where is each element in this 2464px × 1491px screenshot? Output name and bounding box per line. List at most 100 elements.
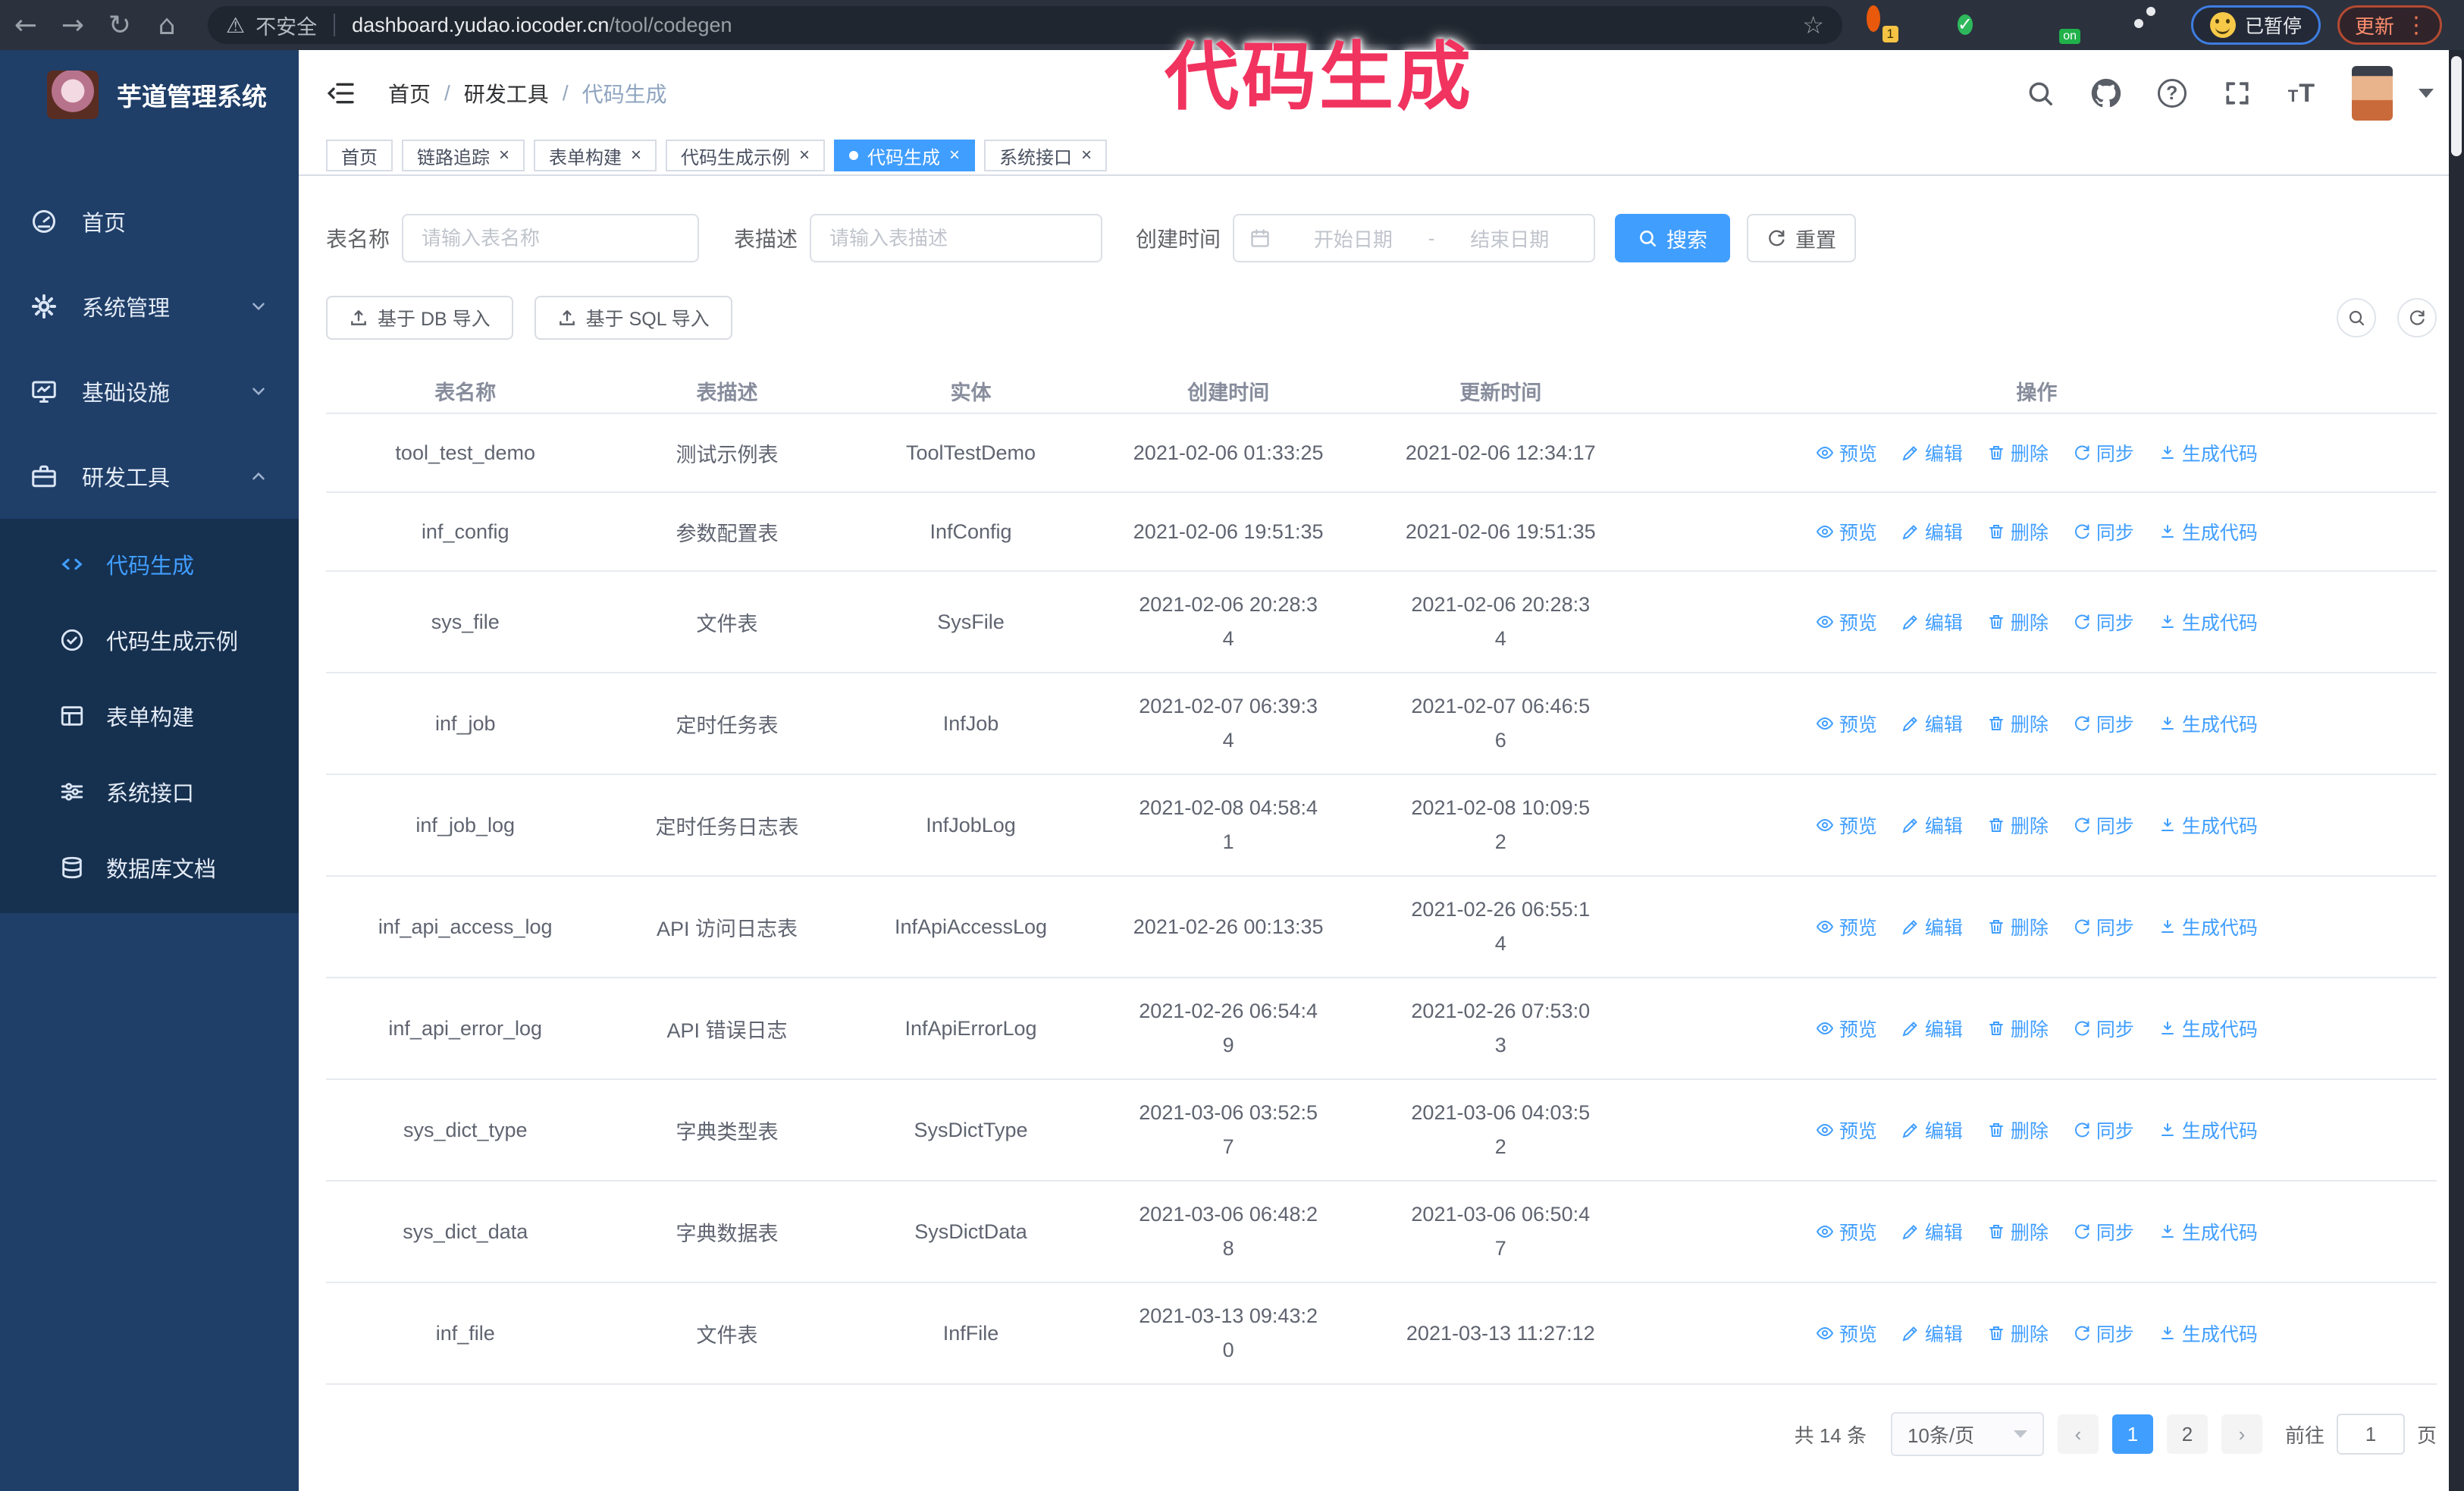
- preview-link[interactable]: 预览: [1816, 608, 1877, 636]
- close-icon[interactable]: ×: [1081, 146, 1092, 165]
- tab-codegen-example[interactable]: 代码生成示例 ×: [666, 140, 826, 172]
- tab-home[interactable]: 首页: [326, 140, 393, 172]
- edit-link[interactable]: 编辑: [1901, 1015, 1963, 1042]
- page-scrollbar[interactable]: [2449, 50, 2464, 1491]
- extension-dark-icon[interactable]: on: [2049, 12, 2080, 44]
- generate-code-link[interactable]: 生成代码: [2158, 1320, 2258, 1347]
- app-logo[interactable]: 芋道管理系统: [0, 50, 299, 140]
- sidebar-subitem-db-doc[interactable]: 数据库文档: [0, 830, 299, 906]
- sync-link[interactable]: 同步: [2073, 1320, 2134, 1347]
- sidebar-item-infra[interactable]: 基础设施: [0, 349, 299, 434]
- import-sql-button[interactable]: 基于 SQL 导入: [534, 296, 732, 340]
- next-page-button[interactable]: ›: [2221, 1414, 2262, 1454]
- extension-puzzle-icon[interactable]: [2140, 12, 2165, 38]
- sync-link[interactable]: 同步: [2073, 1116, 2134, 1144]
- start-date-placeholder[interactable]: 开始日期: [1284, 224, 1422, 253]
- delete-link[interactable]: 删除: [1987, 439, 2049, 466]
- extension-grid-icon[interactable]: [2003, 12, 2029, 38]
- sync-link[interactable]: 同步: [2073, 439, 2134, 466]
- preview-link[interactable]: 预览: [1816, 1218, 1877, 1245]
- preview-link[interactable]: 预览: [1816, 1015, 1877, 1042]
- goto-page-input[interactable]: [2336, 1414, 2405, 1455]
- browser-update-button[interactable]: 更新 ⋮: [2337, 5, 2443, 45]
- date-range-picker[interactable]: 开始日期 - 结束日期: [1233, 214, 1596, 262]
- generate-code-link[interactable]: 生成代码: [2158, 1116, 2258, 1144]
- close-icon[interactable]: ×: [499, 146, 509, 165]
- close-icon[interactable]: ×: [631, 146, 641, 165]
- tab-codegen[interactable]: 代码生成 ×: [834, 140, 976, 172]
- search-icon[interactable]: [2026, 79, 2055, 108]
- edit-link[interactable]: 编辑: [1901, 518, 1963, 545]
- reset-button[interactable]: 重置: [1747, 214, 1857, 262]
- extension-green-icon[interactable]: [2094, 12, 2120, 38]
- table-desc-input[interactable]: [829, 226, 1083, 250]
- generate-code-link[interactable]: 生成代码: [2158, 1218, 2258, 1245]
- github-icon[interactable]: [2091, 78, 2121, 108]
- delete-link[interactable]: 删除: [1987, 608, 2049, 636]
- breadcrumb-devtools[interactable]: 研发工具: [464, 78, 549, 108]
- browser-reload-icon[interactable]: ↻: [99, 10, 141, 41]
- user-avatar[interactable]: [2352, 66, 2393, 121]
- edit-link[interactable]: 编辑: [1901, 1116, 1963, 1144]
- edit-link[interactable]: 编辑: [1901, 439, 1963, 466]
- sidebar-subitem-codegen[interactable]: 代码生成: [0, 526, 299, 602]
- edit-link[interactable]: 编辑: [1901, 1320, 1963, 1347]
- preview-link[interactable]: 预览: [1816, 811, 1877, 839]
- edit-link[interactable]: 编辑: [1901, 1218, 1963, 1245]
- sync-link[interactable]: 同步: [2073, 1015, 2134, 1042]
- show-search-toggle-button[interactable]: [2337, 298, 2376, 337]
- edit-link[interactable]: 编辑: [1901, 608, 1963, 636]
- sidebar-subitem-system-api[interactable]: 系统接口: [0, 754, 299, 830]
- end-date-placeholder[interactable]: 结束日期: [1440, 224, 1578, 253]
- page-button-1[interactable]: 1: [2111, 1414, 2153, 1454]
- preview-link[interactable]: 预览: [1816, 710, 1877, 737]
- browser-back-icon[interactable]: ←: [5, 10, 47, 41]
- sidebar-item-system[interactable]: 系统管理: [0, 264, 299, 349]
- preview-link[interactable]: 预览: [1816, 1116, 1877, 1144]
- delete-link[interactable]: 删除: [1987, 1218, 2049, 1245]
- refresh-table-button[interactable]: [2397, 298, 2437, 337]
- generate-code-link[interactable]: 生成代码: [2158, 518, 2258, 545]
- browser-profile-chip[interactable]: 已暂停: [2191, 5, 2321, 45]
- tab-tracing[interactable]: 链路追踪 ×: [402, 140, 525, 172]
- help-icon[interactable]: ?: [2157, 79, 2187, 108]
- delete-link[interactable]: 删除: [1987, 1116, 2049, 1144]
- preview-link[interactable]: 预览: [1816, 439, 1877, 466]
- close-icon[interactable]: ×: [949, 146, 960, 165]
- search-button[interactable]: 搜索: [1615, 214, 1731, 262]
- generate-code-link[interactable]: 生成代码: [2158, 913, 2258, 940]
- generate-code-link[interactable]: 生成代码: [2158, 608, 2258, 636]
- bookmark-star-icon[interactable]: ☆: [1802, 11, 1824, 39]
- generate-code-link[interactable]: 生成代码: [2158, 1015, 2258, 1042]
- table-name-input[interactable]: [422, 226, 680, 250]
- page-size-select[interactable]: 10条/页: [1890, 1412, 2044, 1456]
- prev-page-button[interactable]: ‹: [2057, 1414, 2099, 1454]
- edit-link[interactable]: 编辑: [1901, 811, 1963, 839]
- sync-link[interactable]: 同步: [2073, 811, 2134, 839]
- security-warning-label[interactable]: 不安全: [255, 11, 317, 40]
- breadcrumb-home[interactable]: 首页: [388, 78, 431, 108]
- tab-system-api[interactable]: 系统接口 ×: [984, 140, 1108, 172]
- browser-forward-icon[interactable]: →: [52, 10, 94, 41]
- extension-gem-icon[interactable]: [1912, 12, 1938, 38]
- edit-link[interactable]: 编辑: [1901, 913, 1963, 940]
- preview-link[interactable]: 预览: [1816, 518, 1877, 545]
- sidebar-item-home[interactable]: 首页: [0, 179, 299, 264]
- sync-link[interactable]: 同步: [2073, 1218, 2134, 1245]
- sidebar-subitem-form-builder[interactable]: 表单构建: [0, 678, 299, 754]
- sidebar-fold-icon[interactable]: [326, 78, 356, 108]
- scrollbar-thumb[interactable]: [2451, 56, 2462, 156]
- text-size-icon[interactable]: TT: [2288, 79, 2315, 108]
- delete-link[interactable]: 删除: [1987, 811, 2049, 839]
- delete-link[interactable]: 删除: [1987, 518, 2049, 545]
- page-button-2[interactable]: 2: [2166, 1414, 2208, 1454]
- delete-link[interactable]: 删除: [1987, 1320, 2049, 1347]
- sidebar-item-devtools[interactable]: 研发工具: [0, 434, 299, 519]
- generate-code-link[interactable]: 生成代码: [2158, 439, 2258, 466]
- delete-link[interactable]: 删除: [1987, 710, 2049, 737]
- sync-link[interactable]: 同步: [2073, 608, 2134, 636]
- browser-home-icon[interactable]: ⌂: [146, 10, 188, 41]
- address-bar[interactable]: ⚠ 不安全 dashboard.yudao.iocoder.cn/tool/co…: [208, 6, 1842, 44]
- extension-orange-icon[interactable]: 1: [1867, 5, 1898, 42]
- edit-link[interactable]: 编辑: [1901, 710, 1963, 737]
